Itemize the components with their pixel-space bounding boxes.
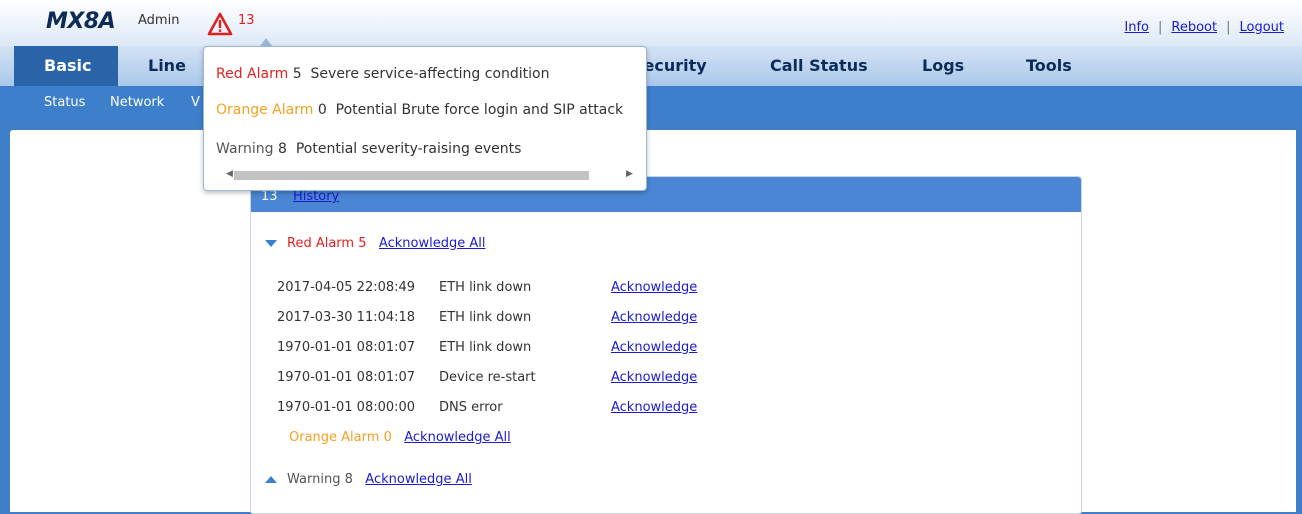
tab-basic[interactable]: Basic [14, 46, 118, 86]
orange-alarm-group[interactable]: Orange Alarm 0 Acknowledge All [289, 430, 511, 445]
logout-link[interactable]: Logout [1239, 20, 1284, 35]
acknowledge-link[interactable]: Acknowledge [611, 400, 697, 415]
popup-warning-line[interactable]: Warning 8 Potential severity-raising eve… [216, 141, 521, 157]
warning-group[interactable]: Warning 8 Acknowledge All [265, 472, 472, 487]
event-name: ETH link down [439, 280, 532, 295]
acknowledge-link[interactable]: Acknowledge [611, 280, 697, 295]
product-logo: MX8A [46, 9, 116, 34]
scroll-right-icon[interactable]: ▶ [626, 169, 633, 179]
event-name: DNS error [439, 400, 503, 415]
top-bar: MX8A Admin 13 Info | Reboot | Logout [0, 0, 1302, 46]
sub-nav: Status Network V [0, 86, 1302, 120]
red-alarm-label: Red Alarm [287, 236, 355, 251]
warning-ack-all-link[interactable]: Acknowledge All [365, 472, 472, 487]
red-alarm-count: 5 [358, 236, 367, 251]
popup-orange-label: Orange Alarm [216, 102, 314, 118]
popup-warning-count: 8 [278, 141, 287, 157]
popup-orange-line[interactable]: Orange Alarm 0 Potential Brute force log… [216, 102, 623, 118]
popup-red-line[interactable]: Red Alarm 5 Severe service-affecting con… [216, 66, 550, 82]
subtab-status[interactable]: Status [44, 95, 85, 110]
popup-orange-desc: Potential Brute force login and SIP atta… [335, 102, 624, 118]
scrollbar-thumb[interactable] [234, 171, 589, 180]
event-name: ETH link down [439, 310, 532, 325]
subtab-v[interactable]: V [191, 95, 200, 110]
alarm-history-panel: 13 History Red Alarm 5 Acknowledge All 2… [250, 176, 1082, 514]
subtab-network[interactable]: Network [110, 95, 164, 110]
info-link[interactable]: Info [1124, 20, 1149, 35]
event-name: ETH link down [439, 340, 532, 355]
horizontal-scrollbar[interactable]: ◀ ▶ [226, 168, 638, 182]
red-ack-all-link[interactable]: Acknowledge All [379, 236, 486, 251]
acknowledge-link[interactable]: Acknowledge [611, 340, 697, 355]
alarm-warning-icon[interactable] [207, 12, 233, 36]
alarm-count[interactable]: 13 [238, 13, 255, 28]
top-links: Info | Reboot | Logout [1124, 20, 1284, 35]
orange-alarm-label: Orange Alarm [289, 430, 380, 445]
orange-alarm-count: 0 [383, 430, 392, 445]
popup-warning-desc: Potential severity-raising events [295, 141, 522, 157]
user-label: Admin [138, 13, 180, 28]
popup-red-count: 5 [292, 66, 302, 82]
separator: | [1158, 20, 1163, 35]
alarm-summary-popup: Red Alarm 5 Severe service-affecting con… [203, 46, 647, 191]
event-name: Device re-start [439, 370, 536, 385]
warning-label: Warning [287, 472, 341, 487]
reboot-link[interactable]: Reboot [1171, 20, 1217, 35]
separator: | [1226, 20, 1231, 35]
main-nav: Basic Line Security Call Status Logs Too… [0, 46, 1302, 86]
expand-down-icon[interactable] [265, 240, 277, 247]
acknowledge-link[interactable]: Acknowledge [611, 310, 697, 325]
history-link[interactable]: History [293, 189, 339, 204]
tab-line[interactable]: Line [148, 46, 186, 86]
scroll-left-icon[interactable]: ◀ [226, 169, 233, 179]
history-count: 13 [261, 189, 278, 204]
popup-red-desc: Severe service-affecting condition [310, 66, 550, 82]
tab-call-status[interactable]: Call Status [770, 46, 868, 86]
popup-caret-icon [260, 38, 272, 46]
popup-warning-label: Warning [216, 141, 274, 157]
acknowledge-link[interactable]: Acknowledge [611, 370, 697, 385]
tab-tools[interactable]: Tools [1026, 46, 1072, 86]
tab-logs[interactable]: Logs [922, 46, 964, 86]
event-time: 1970-01-01 08:01:07 [277, 370, 416, 385]
event-time: 2017-03-30 11:04:18 [277, 310, 416, 325]
red-alarm-group[interactable]: Red Alarm 5 Acknowledge All [265, 236, 485, 251]
event-time: 1970-01-01 08:00:00 [277, 400, 416, 415]
popup-orange-count: 0 [317, 102, 327, 118]
event-time: 1970-01-01 08:01:07 [277, 340, 416, 355]
collapse-up-icon[interactable] [265, 476, 277, 483]
warning-count: 8 [344, 472, 353, 487]
orange-ack-all-link[interactable]: Acknowledge All [404, 430, 511, 445]
popup-red-label: Red Alarm [216, 66, 289, 82]
event-time: 2017-04-05 22:08:49 [277, 280, 416, 295]
